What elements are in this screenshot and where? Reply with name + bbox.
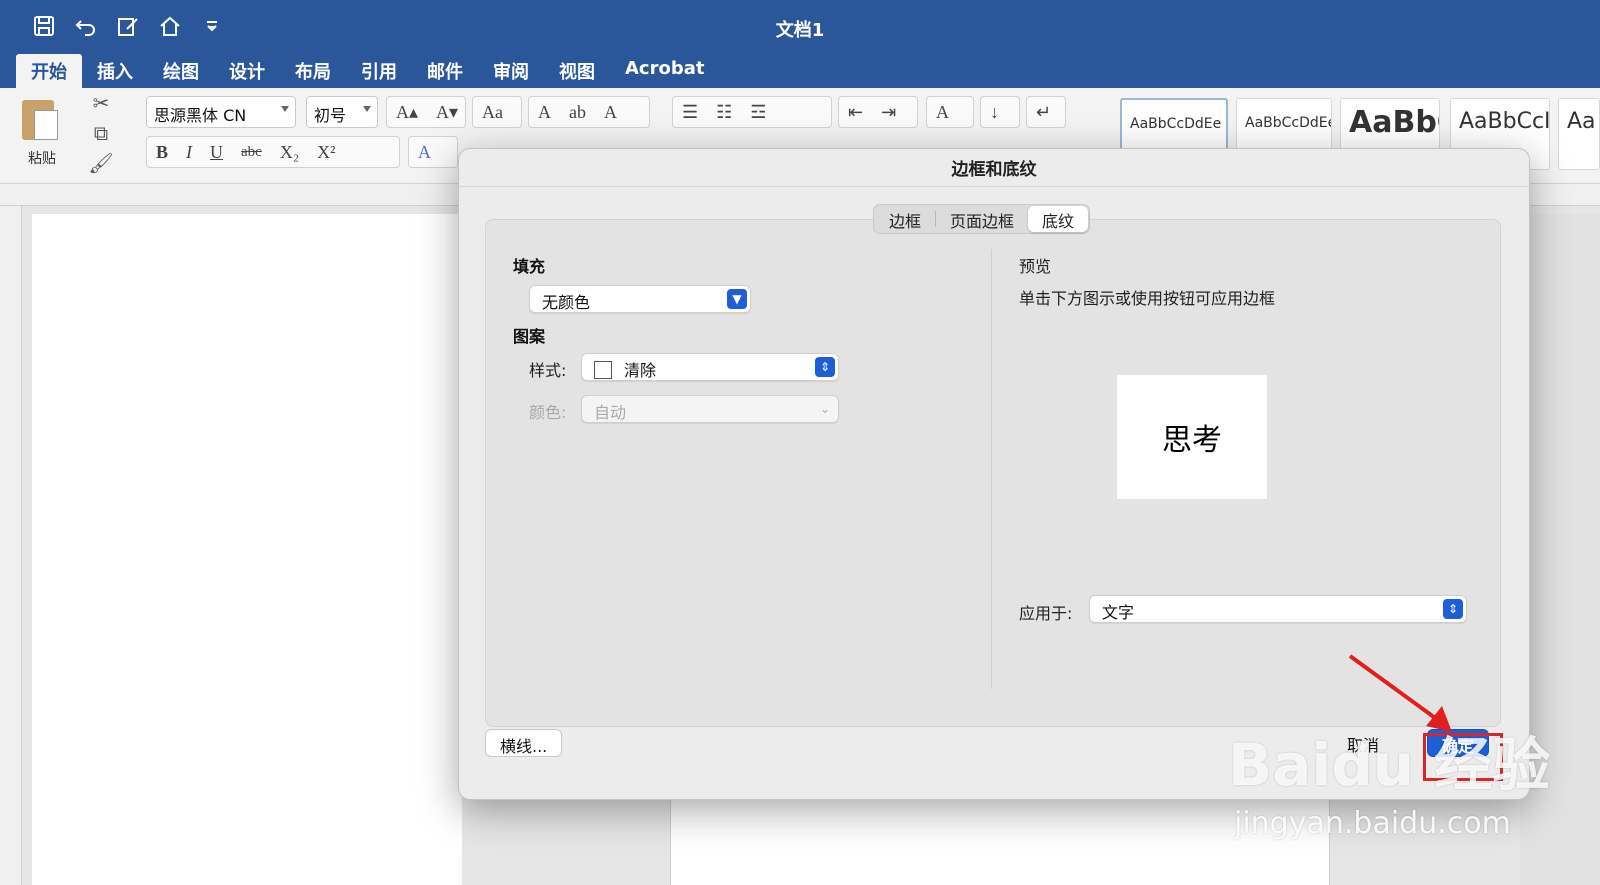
multilevel-list-icon[interactable]: ☲ [741, 102, 775, 123]
bold-icon[interactable]: B [147, 142, 177, 163]
increase-indent-icon[interactable]: ⇥ [872, 102, 905, 123]
pattern-swatch [594, 361, 612, 379]
grow-font-icon[interactable]: A▴ [387, 102, 427, 123]
style-title[interactable]: Aa [1558, 98, 1600, 170]
preview-hint: 单击下方图示或使用按钮可应用边框 [1019, 289, 1276, 308]
tab-shading[interactable]: 底纹 [1028, 206, 1089, 232]
fill-color-value: 无颜色 [542, 293, 591, 312]
watermark-brand: Baidu 经验 [1228, 731, 1551, 799]
phonetic-guide-icon[interactable]: ab [560, 102, 595, 123]
fill-heading: 填充 [513, 257, 546, 276]
pattern-color-value: 自动 [594, 403, 627, 422]
indent-buttons: ⇤ ⇥ [838, 96, 918, 128]
font-name-value: 思源黑体 CN [154, 106, 247, 125]
tab-insert[interactable]: 插入 [82, 54, 148, 88]
font-size-buttons: A▴ A▾ [386, 96, 466, 128]
updown-chevron-icon: ⇕ [815, 357, 835, 377]
tab-borders[interactable]: 边框 [875, 206, 935, 232]
preview-sample[interactable]: 思考 [1117, 375, 1267, 499]
decrease-indent-icon[interactable]: ⇤ [839, 102, 872, 123]
tab-draw[interactable]: 绘图 [148, 54, 214, 88]
asian-layout-button[interactable]: A [926, 96, 974, 128]
text-effects-button[interactable]: A [408, 136, 458, 168]
pattern-style-label: 样式: [529, 361, 567, 380]
numbering-icon[interactable]: ☷ [707, 102, 741, 123]
preview-heading: 预览 [1019, 257, 1052, 276]
change-case-icon: Aa [482, 101, 503, 122]
document-title: 文档1 [775, 20, 825, 41]
pattern-color-label: 颜色: [529, 403, 567, 422]
paragraph-mark-icon: ↵ [1036, 101, 1052, 122]
tab-layout[interactable]: 布局 [280, 54, 346, 88]
list-buttons: ☰ ☷ ☲ [672, 96, 832, 128]
chevron-down-icon [363, 106, 371, 112]
preview-sample-text: 思考 [1162, 423, 1222, 458]
document-page[interactable] [32, 214, 462, 885]
clear-formatting-icon[interactable]: A [529, 102, 560, 123]
fill-color-select[interactable]: 无颜色 ▼ [529, 285, 751, 313]
horizontal-line-button[interactable]: 横线... [485, 729, 563, 757]
dialog-title: 边框和底纹 [459, 149, 1529, 187]
tab-home[interactable]: 开始 [16, 54, 82, 88]
ribbon-tabs: 开始 插入 绘图 设计 布局 引用 邮件 审阅 视图 Acrobat [16, 54, 719, 88]
font-name-box[interactable]: 思源黑体 CN [146, 96, 296, 128]
cut-icon[interactable]: ✂ [88, 90, 114, 116]
sort-button[interactable]: ↓ [980, 96, 1020, 128]
paste-label: 粘贴 [28, 151, 56, 167]
vertical-ruler[interactable] [0, 206, 22, 885]
strikethrough-icon[interactable]: abc [232, 144, 271, 161]
change-case-button[interactable]: Aa [472, 96, 522, 128]
font-size-box[interactable]: 初号 [306, 96, 378, 128]
shrink-font-icon[interactable]: A▾ [427, 102, 467, 123]
pattern-color-select[interactable]: 自动 ⌄ [581, 395, 839, 423]
apply-to-value: 文字 [1102, 603, 1135, 622]
copy-icon[interactable]: ⧉ [88, 120, 114, 146]
dialog-tabs: 边框 页面边框 底纹 [873, 204, 1091, 234]
pattern-heading: 图案 [513, 327, 546, 346]
tab-acrobat[interactable]: Acrobat [610, 54, 719, 88]
apply-to-label: 应用于: [1019, 604, 1073, 623]
subscript-icon[interactable]: X₂ [271, 142, 308, 163]
format-painter-icon[interactable]: 🖌 [88, 150, 114, 176]
character-border-icon[interactable]: A [595, 102, 626, 123]
clear-format-group: Aab A [528, 96, 650, 128]
title-bar: 文档1 开始 插入 绘图 设计 布局 引用 邮件 审阅 视图 Acrobat [0, 0, 1600, 88]
tab-page-border[interactable]: 页面边框 [936, 206, 1028, 232]
chevron-down-icon [281, 106, 289, 112]
section-divider [991, 249, 992, 689]
tab-mailings[interactable]: 邮件 [412, 54, 478, 88]
show-marks-button[interactable]: ↵ [1026, 96, 1066, 128]
font-size-value: 初号 [314, 106, 347, 125]
underline-icon[interactable]: U [201, 142, 232, 163]
pattern-style-value: 清除 [624, 361, 657, 380]
asian-layout-icon: A [936, 101, 949, 122]
pattern-style-select[interactable]: 清除 ⇕ [581, 353, 839, 381]
italic-icon[interactable]: I [177, 142, 201, 163]
font-style-buttons: B I U abc X₂ X² [146, 136, 400, 168]
updown-chevron-icon: ⇕ [1443, 599, 1463, 619]
tab-review[interactable]: 审阅 [478, 54, 544, 88]
paste-button[interactable]: 粘贴 [16, 94, 74, 172]
tab-view[interactable]: 视图 [544, 54, 610, 88]
tab-design[interactable]: 设计 [214, 54, 280, 88]
bullets-icon[interactable]: ☰ [673, 102, 707, 123]
tab-references[interactable]: 引用 [346, 54, 412, 88]
superscript-icon[interactable]: X² [308, 142, 344, 163]
chevron-down-icon: ▼ [727, 289, 747, 309]
paste-sheet-icon [34, 110, 58, 140]
chevron-down-icon: ⌄ [819, 402, 831, 416]
document-page-bottom[interactable] [670, 800, 1330, 885]
sort-icon: ↓ [990, 101, 999, 122]
text-effects-icon: A [418, 141, 431, 162]
watermark-url: jingyan.baidu.com [1234, 806, 1511, 841]
apply-to-select[interactable]: 文字 ⇕ [1089, 595, 1467, 623]
